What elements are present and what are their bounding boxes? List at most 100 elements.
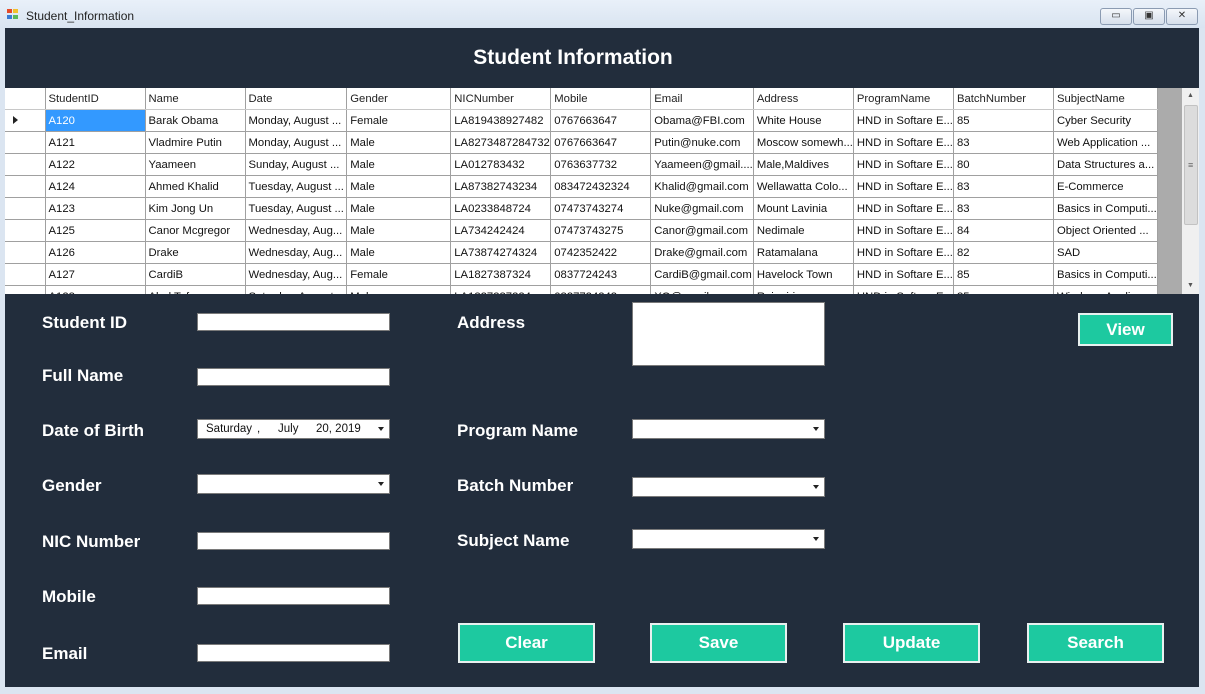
column-header[interactable]: BatchNumber	[953, 88, 1054, 110]
grid-cell[interactable]: HND in Softare E...	[853, 109, 954, 132]
grid-cell[interactable]: CardiB@gmail.com	[650, 263, 754, 286]
column-header[interactable]: NICNumber	[450, 88, 552, 110]
grid-cell[interactable]: HND in Softare E...	[853, 131, 954, 154]
grid-cell[interactable]: Male	[346, 153, 452, 176]
subject-name-select[interactable]	[632, 529, 825, 549]
table-row[interactable]: A122 Yaameen Sunday, August ... Male LA01278…	[5, 153, 1158, 176]
grid-cell[interactable]: Canor Mcgregor	[145, 219, 246, 242]
grid-cell[interactable]: 0763637732	[550, 153, 652, 176]
grid-cell[interactable]: 083472432324	[550, 175, 652, 198]
grid-cell[interactable]: Male	[346, 197, 452, 220]
grid-cell[interactable]: Moscow somewh...	[753, 131, 854, 154]
grid-cell[interactable]: HND in Softare E...	[853, 197, 954, 220]
grid-cell[interactable]: Male	[346, 285, 452, 294]
grid-cell[interactable]: HND in Softare E...	[853, 219, 954, 242]
grid-cell[interactable]: Yaameen@gmail....	[650, 153, 754, 176]
column-header[interactable]: Mobile	[550, 88, 652, 110]
chevron-down-icon[interactable]	[813, 485, 819, 489]
grid-cell[interactable]: LA1827387324	[450, 263, 552, 286]
grid-cell[interactable]: Rajagiriya	[753, 285, 854, 294]
grid-vertical-scrollbar[interactable]: ▲ ≡ ▼	[1182, 88, 1199, 294]
column-header[interactable]: SubjectName	[1053, 88, 1158, 110]
grid-cell[interactable]: LA734242424	[450, 219, 552, 242]
table-row[interactable]: A120 Barak Obama Monday, August ... Female L…	[5, 109, 1158, 132]
minimize-button[interactable]: ▭	[1100, 8, 1132, 25]
grid-cell[interactable]: Male	[346, 175, 452, 198]
grid-cell[interactable]: Mount Lavinia	[753, 197, 854, 220]
grid-cell[interactable]: XO@gmail.com	[650, 285, 754, 294]
maximize-button[interactable]: ▣	[1133, 8, 1165, 25]
mobile-input[interactable]	[197, 587, 390, 605]
table-row[interactable]: A126 Drake Wednesday, Aug... Male LA73874274…	[5, 241, 1158, 264]
scroll-down-icon[interactable]: ▼	[1182, 278, 1199, 294]
grid-cell[interactable]: Ahmed Khalid	[145, 175, 246, 198]
grid-cell[interactable]: Male	[346, 131, 452, 154]
program-name-select[interactable]	[632, 419, 825, 439]
grid-cell[interactable]: Windows Applic...	[1053, 285, 1158, 294]
grid-cell[interactable]: Sunday, August ...	[245, 153, 348, 176]
grid-cell[interactable]: 85	[953, 285, 1054, 294]
grid-cell[interactable]: LA0233848724	[450, 197, 552, 220]
table-row[interactable]: A125 Canor Mcgregor Wednesday, Aug... Male L…	[5, 219, 1158, 242]
grid-cell[interactable]: Canor@gmail.com	[650, 219, 754, 242]
row-header[interactable]	[5, 131, 46, 154]
grid-cell[interactable]: Male,Maldives	[753, 153, 854, 176]
grid-cell[interactable]: Wellawatta Colo...	[753, 175, 854, 198]
chevron-down-icon[interactable]	[813, 427, 819, 431]
grid-cell[interactable]: Nedimale	[753, 219, 854, 242]
column-header[interactable]: Date	[245, 88, 348, 110]
row-header[interactable]	[5, 175, 46, 198]
grid-cell[interactable]: LA8273487284732	[450, 131, 552, 154]
grid-cell[interactable]: Male	[346, 219, 452, 242]
grid-cell[interactable]: A120	[45, 109, 146, 132]
grid-cell[interactable]: Wednesday, Aug...	[245, 219, 348, 242]
scroll-up-icon[interactable]: ▲	[1182, 88, 1199, 104]
grid-cell[interactable]: LA87382743234	[450, 175, 552, 198]
grid-cell[interactable]: 07473743275	[550, 219, 652, 242]
grid-cell[interactable]: Nuke@gmail.com	[650, 197, 754, 220]
grid-cell[interactable]: LA819438927482	[450, 109, 552, 132]
chevron-down-icon[interactable]	[378, 427, 384, 431]
column-header[interactable]: Email	[650, 88, 754, 110]
grid-cell[interactable]: Data Structures a...	[1053, 153, 1158, 176]
grid-cell[interactable]: 80	[953, 153, 1054, 176]
table-row[interactable]: A123 Kim Jong Un Tuesday, August ... Male LA…	[5, 197, 1158, 220]
chevron-down-icon[interactable]	[378, 482, 384, 486]
grid-cell[interactable]: Basics in Computi...	[1053, 263, 1158, 286]
grid-cell[interactable]: 0837724243	[550, 285, 652, 294]
student-id-input[interactable]	[197, 313, 390, 331]
email-input[interactable]	[197, 644, 390, 662]
address-input[interactable]	[632, 302, 825, 366]
nic-input[interactable]	[197, 532, 390, 550]
grid-cell[interactable]: Yaameen	[145, 153, 246, 176]
grid-cell[interactable]: 0837724243	[550, 263, 652, 286]
batch-number-select[interactable]	[632, 477, 825, 497]
grid-cell[interactable]: 82	[953, 241, 1054, 264]
grid-cell[interactable]: Web Application ...	[1053, 131, 1158, 154]
grid-cell[interactable]: 07473743274	[550, 197, 652, 220]
grid-cell[interactable]: Obama@FBI.com	[650, 109, 754, 132]
grid-cell[interactable]: 85	[953, 109, 1054, 132]
table-row[interactable]: A127 CardiB Wednesday, Aug... Female LA18273…	[5, 263, 1158, 286]
grid-cell[interactable]: Havelock Town	[753, 263, 854, 286]
column-header[interactable]: Address	[753, 88, 854, 110]
table-row[interactable]: A121 Vladmire Putin Monday, August ... Male…	[5, 131, 1158, 154]
grid-cell[interactable]: 0742352422	[550, 241, 652, 264]
grid-cell[interactable]: HND in Softare E...	[853, 285, 954, 294]
table-row[interactable]: A124 Ahmed Khalid Tuesday, August ... Male L…	[5, 175, 1158, 198]
grid-cell[interactable]: Vladmire Putin	[145, 131, 246, 154]
grid-cell[interactable]: 0767663647	[550, 131, 652, 154]
grid-cell[interactable]: Putin@nuke.com	[650, 131, 754, 154]
grid-cell[interactable]: Drake@gmail.com	[650, 241, 754, 264]
grid-cell[interactable]: LA73874274324	[450, 241, 552, 264]
view-button[interactable]: View	[1078, 313, 1173, 346]
grid-cell[interactable]: Saturday, August ...	[245, 285, 348, 294]
grid-cell[interactable]: Basics in Computi...	[1053, 197, 1158, 220]
grid-cell[interactable]: Barak Obama	[145, 109, 246, 132]
grid-cell[interactable]: Kim Jong Un	[145, 197, 246, 220]
table-row[interactable]: A128Abal Taf...Saturday, August ...MaleL…	[5, 285, 1158, 294]
chevron-down-icon[interactable]	[813, 537, 819, 541]
grid-cell[interactable]: Abal Taf...	[145, 285, 246, 294]
grid-cell[interactable]: 0767663647	[550, 109, 652, 132]
gender-select[interactable]	[197, 474, 390, 494]
